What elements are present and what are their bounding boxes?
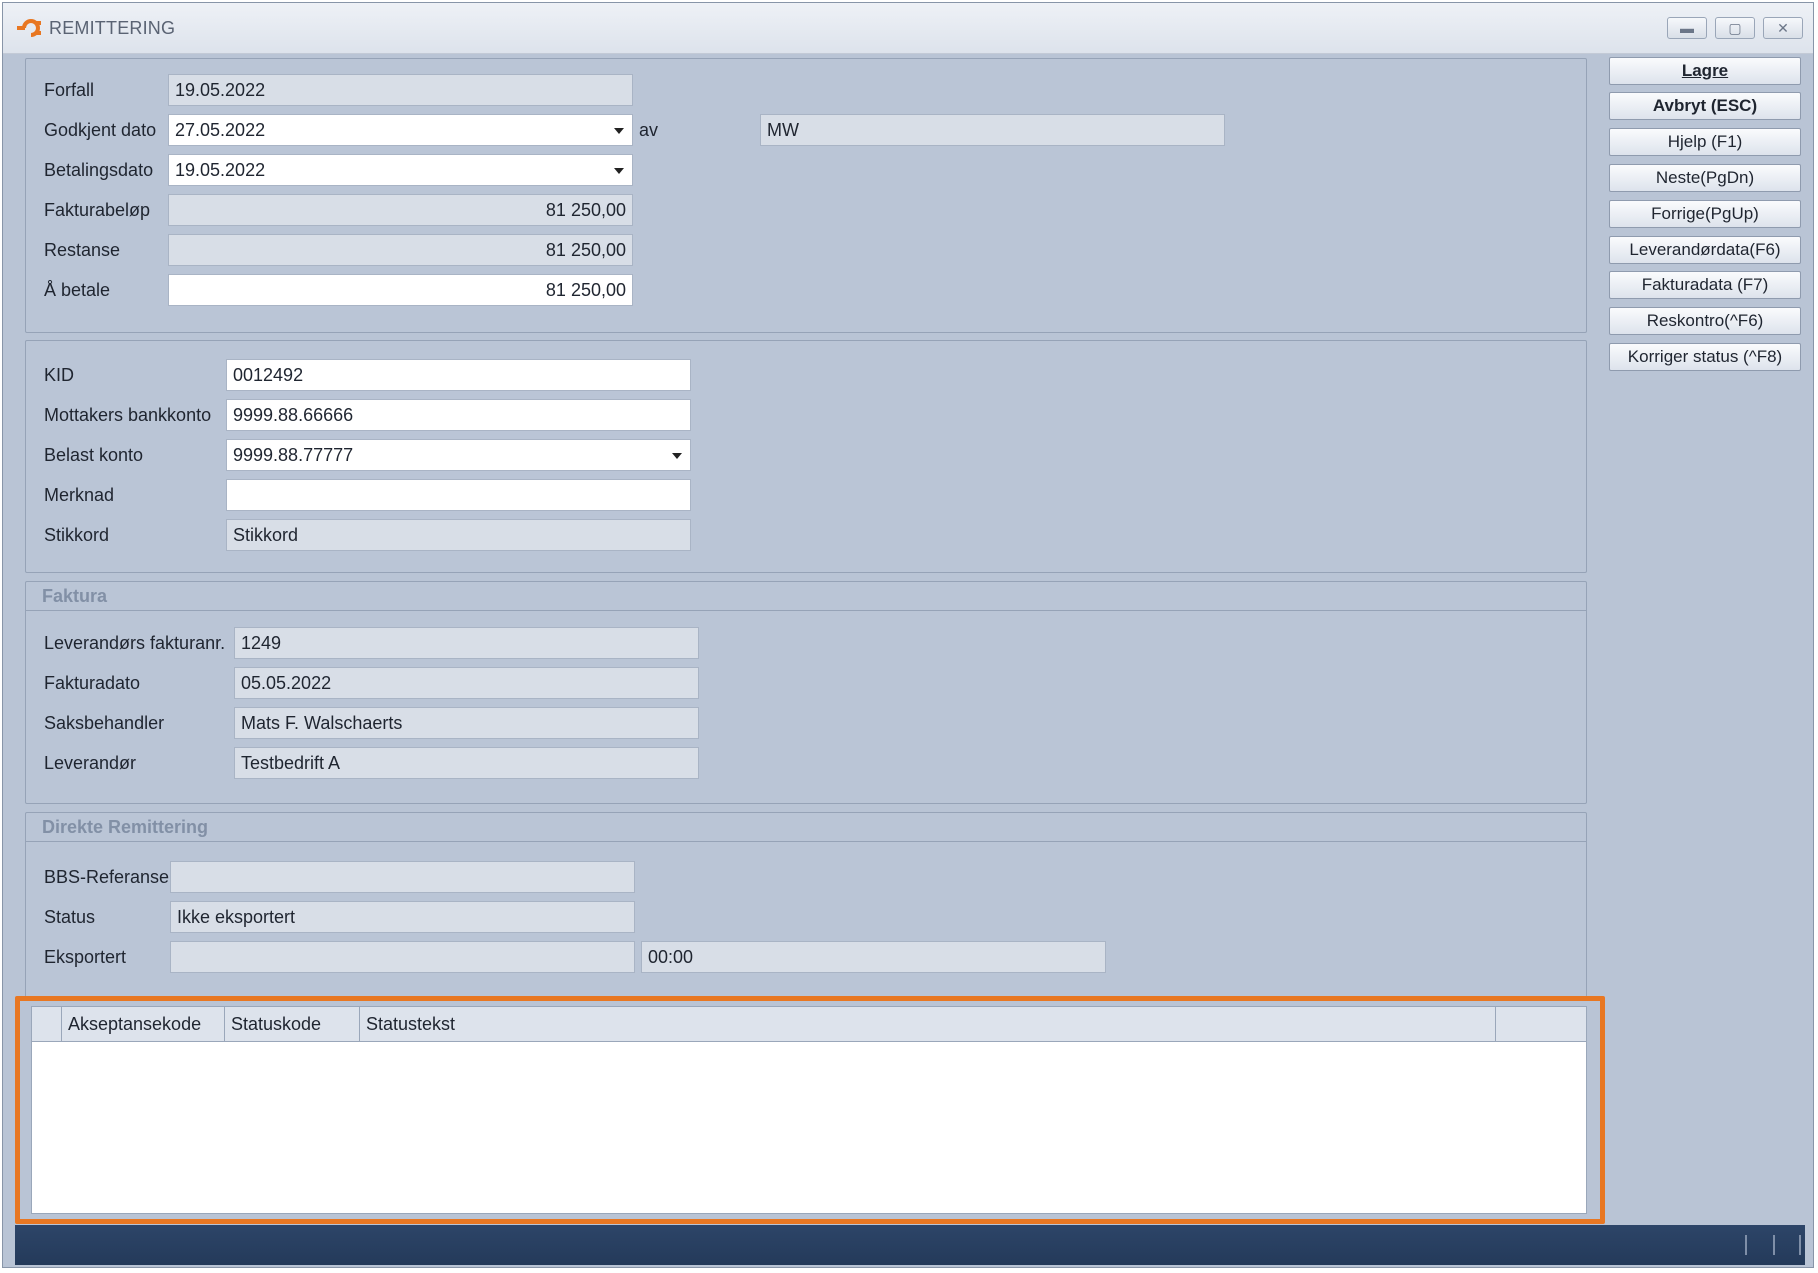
fakturabelop-label: Fakturabeløp	[44, 200, 151, 220]
grid-row-selector-header[interactable]	[32, 1007, 62, 1041]
stikkord-label: Stikkord	[44, 525, 110, 545]
highlight-frame: Akseptansekode Statuskode Statustekst	[15, 996, 1605, 1224]
grid-header: Akseptansekode Statuskode Statustekst	[32, 1007, 1586, 1042]
leverandor-field: Testbedrift A	[234, 747, 699, 779]
faktura-group-title: Faktura	[26, 582, 1586, 611]
bbs-referanse-label: BBS-Referanse	[44, 867, 170, 887]
betalingsdato-dropdown[interactable]: 19.05.2022	[168, 154, 633, 186]
betalingsdato-value: 19.05.2022	[175, 160, 266, 180]
dropdown-arrow-icon[interactable]	[672, 453, 682, 459]
maximize-icon: ▢	[1728, 20, 1742, 36]
saksbehandler-field: Mats F. Walschaerts	[234, 707, 699, 739]
status-field: Ikke eksportert	[170, 901, 635, 933]
column-header-akseptansekode[interactable]: Akseptansekode	[62, 1007, 225, 1041]
dropdown-arrow-icon[interactable]	[614, 128, 624, 134]
kid-input[interactable]: 0012492	[226, 359, 691, 391]
hjelp-button[interactable]: Hjelp (F1)	[1609, 128, 1801, 156]
merknad-input[interactable]	[226, 479, 691, 511]
lagre-button-label: Lagre	[1681, 61, 1729, 80]
belast-konto-value: 9999.88.77777	[233, 445, 354, 465]
reskontro-button[interactable]: Reskontro(^F6)	[1609, 307, 1801, 335]
restanse-label: Restanse	[44, 240, 121, 260]
betalingsdato-label: Betalingsdato	[44, 160, 154, 180]
korriger-status-button[interactable]: Korriger status (^F8)	[1609, 343, 1801, 371]
godkjent-dato-label: Godkjent dato	[44, 120, 157, 140]
bbs-referanse-field	[170, 861, 635, 893]
status-bar	[15, 1225, 1805, 1265]
mottakers-bankkonto-label: Mottakers bankkonto	[44, 405, 212, 425]
account-panel: KID 0012492 Mottakers bankkonto 9999.88.…	[25, 340, 1587, 573]
avbryt-button[interactable]: Avbryt (ESC)	[1609, 92, 1801, 120]
lagre-button[interactable]: Lagre	[1609, 57, 1801, 85]
forfall-field: 19.05.2022	[168, 74, 633, 106]
status-bar-divider	[1773, 1235, 1775, 1255]
remittering-window: REMITTERING ▬ ▢ ✕ Forfall 19.05.2022 God…	[2, 2, 1814, 1268]
direkte-remittering-panel: Direkte Remittering BBS-Referanse Status…	[25, 812, 1587, 998]
eksportert-date-field	[170, 941, 635, 973]
fakturadata-button[interactable]: Fakturadata (F7)	[1609, 271, 1801, 299]
title-bar[interactable]: REMITTERING ▬ ▢ ✕	[3, 3, 1813, 54]
godkjent-dato-value: 27.05.2022	[175, 120, 266, 140]
restanse-field: 81 250,00	[168, 234, 633, 266]
payment-panel: Forfall 19.05.2022 Godkjent dato 27.05.2…	[25, 58, 1587, 333]
saksbehandler-label: Saksbehandler	[44, 713, 165, 733]
app-logo-icon	[17, 19, 41, 37]
close-button[interactable]: ✕	[1763, 17, 1803, 39]
eksportert-label: Eksportert	[44, 947, 127, 967]
stikkord-field[interactable]: Stikkord	[226, 519, 691, 551]
a-betale-label: Å betale	[44, 280, 111, 300]
window-title: REMITTERING	[49, 18, 176, 38]
eksportert-time-field: 00:00	[641, 941, 1106, 973]
merknad-label: Merknad	[44, 485, 115, 505]
forrige-button[interactable]: Forrige(PgUp)	[1609, 200, 1801, 228]
leverandors-fakturanr-label: Leverandørs fakturanr.	[44, 633, 226, 653]
a-betale-input[interactable]: 81 250,00	[168, 274, 633, 306]
faktura-panel: Faktura Leverandørs fakturanr. 1249 Fakt…	[25, 581, 1587, 804]
maximize-button[interactable]: ▢	[1715, 17, 1755, 39]
dropdown-arrow-icon[interactable]	[614, 168, 624, 174]
column-header-statustekst[interactable]: Statustekst	[360, 1007, 1496, 1041]
close-icon: ✕	[1777, 20, 1789, 36]
status-bar-divider	[1745, 1235, 1747, 1255]
status-label: Status	[44, 907, 96, 927]
leverandor-label: Leverandør	[44, 753, 137, 773]
leverandors-fakturanr-field: 1249	[234, 627, 699, 659]
neste-button[interactable]: Neste(PgDn)	[1609, 164, 1801, 192]
mottakers-bankkonto-input[interactable]: 9999.88.66666	[226, 399, 691, 431]
status-bar-divider	[1799, 1235, 1801, 1255]
belast-konto-dropdown[interactable]: 9999.88.77777	[226, 439, 691, 471]
leverandordata-button[interactable]: Leverandørdata(F6)	[1609, 236, 1801, 264]
minimize-button[interactable]: ▬	[1667, 17, 1707, 39]
forfall-label: Forfall	[44, 80, 95, 100]
godkjent-av-field: MW	[760, 114, 1225, 146]
belast-konto-label: Belast konto	[44, 445, 144, 465]
direkte-remittering-group-title: Direkte Remittering	[26, 813, 1586, 842]
fakturadato-label: Fakturadato	[44, 673, 141, 693]
av-label: av	[639, 120, 659, 140]
godkjent-dato-dropdown[interactable]: 27.05.2022	[168, 114, 633, 146]
fakturabelop-field: 81 250,00	[168, 194, 633, 226]
fakturadato-field: 05.05.2022	[234, 667, 699, 699]
minimize-icon: ▬	[1680, 20, 1694, 36]
status-grid[interactable]: Akseptansekode Statuskode Statustekst	[31, 1006, 1587, 1214]
column-header-statuskode[interactable]: Statuskode	[225, 1007, 360, 1041]
kid-label: KID	[44, 365, 75, 385]
column-header-filler	[1496, 1007, 1586, 1041]
